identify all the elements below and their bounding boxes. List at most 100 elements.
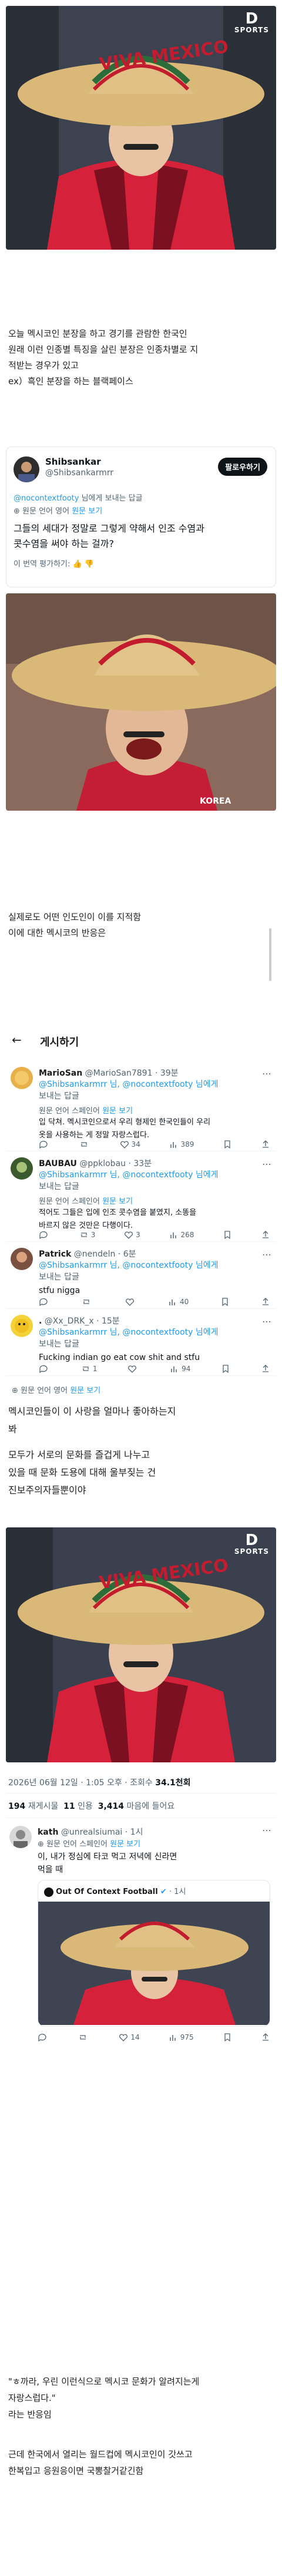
like-action[interactable]: 14 xyxy=(119,2033,140,2042)
middle-text: 실제로도 어떤 인도인이 이를 지적함 이에 대한 멕시코의 반응은 xyxy=(8,909,274,941)
bookmark-action[interactable] xyxy=(223,1230,232,1240)
repost-action[interactable] xyxy=(79,1140,91,1149)
chart-icon xyxy=(171,1366,177,1372)
repost-label[interactable]: 재게시물 xyxy=(28,1802,59,1811)
reply-author-line: Patrick @nendeln · 6분 xyxy=(39,1248,136,1260)
reply-to-line[interactable]: @Shibsankarmrr 님, @nocontextfooty 님에게 xyxy=(39,1260,219,1271)
share-action[interactable] xyxy=(261,2033,270,2042)
embedded-tweet[interactable]: Out Of Context Football ✔ · 1시 xyxy=(38,1880,270,2027)
more-icon[interactable]: ⋯ xyxy=(262,1316,271,1327)
quote-count[interactable]: 11 xyxy=(63,1802,75,1811)
reply-author-meta: @ppklobau · 33분 xyxy=(79,1159,152,1168)
share-icon xyxy=(262,1365,268,1372)
show-original-link[interactable]: 원문 보기 xyxy=(102,1107,133,1116)
thumbs-up-icon[interactable]: 👍 xyxy=(73,560,82,569)
reply-tweet[interactable]: . @Xx_DRK_x · 15분 ⋯ @Shibsankarmrr 님, @n… xyxy=(6,1311,276,1376)
reply-author-name[interactable]: MarioSan xyxy=(39,1069,82,1078)
repost-action[interactable]: 1 xyxy=(81,1364,97,1373)
show-original-link[interactable]: 원문 보기 xyxy=(72,507,102,516)
sombrero-fan-image-3: VIVA MEXICO xyxy=(6,1527,276,1762)
repost-action[interactable]: 3 xyxy=(79,1230,95,1240)
avatar[interactable] xyxy=(11,1067,33,1089)
views-action[interactable]: 268 xyxy=(169,1230,194,1240)
show-original-link[interactable]: 원문 보기 xyxy=(110,1840,140,1849)
like-action[interactable] xyxy=(127,1364,139,1373)
bookmark-action[interactable] xyxy=(223,1140,232,1149)
action-bar: 3 3 268 xyxy=(39,1230,270,1240)
avatar[interactable] xyxy=(11,1248,33,1270)
views-action[interactable]: 389 xyxy=(169,1140,194,1149)
avatar[interactable] xyxy=(11,1315,33,1337)
feed-translation-footer: ⊕ 원문 언어 영어 원문 보기 xyxy=(12,1384,100,1395)
reply-tweet[interactable]: MarioSan @MarioSan7891 · 39분 ⋯ @Shibsank… xyxy=(6,1063,276,1151)
reply-tweet[interactable]: BAUBAU @ppklobau · 33분 ⋯ @Shibsankarmrr … xyxy=(6,1154,276,1242)
reaction-line: 있을 때 문화 도용에 대해 울부짖는 건 xyxy=(8,1467,156,1478)
like-count[interactable]: 3,414 xyxy=(98,1802,124,1811)
reply-author-name[interactable]: Patrick xyxy=(39,1250,71,1259)
quote-label[interactable]: 인용 xyxy=(78,1802,93,1811)
reply-author-name[interactable]: . xyxy=(39,1316,42,1326)
heart-icon xyxy=(125,1298,134,1306)
reply-context: @nocontextfooty 님에게 보내는 답글 xyxy=(14,492,143,503)
repost-count[interactable]: 194 xyxy=(8,1802,25,1811)
reply-author-name[interactable]: BAUBAU xyxy=(39,1159,77,1168)
avatar[interactable] xyxy=(14,456,39,482)
reply-action[interactable] xyxy=(39,1297,51,1307)
sports-logo-text: SPORTS xyxy=(234,1547,269,1556)
views-action[interactable]: 94 xyxy=(170,1364,190,1373)
share-icon xyxy=(262,1231,268,1238)
divider xyxy=(6,1793,276,1794)
like-action[interactable]: 34 xyxy=(120,1140,140,1149)
views-action[interactable]: 40 xyxy=(168,1297,189,1307)
follow-button[interactable]: 팔로우하기 xyxy=(218,458,267,476)
author-handle[interactable]: @Shibsankarmrr xyxy=(45,468,113,478)
show-original-link[interactable]: 원문 보기 xyxy=(102,1197,133,1206)
show-original-link[interactable]: 원문 보기 xyxy=(70,1386,100,1395)
views-action[interactable]: 975 xyxy=(169,2033,194,2042)
fan-photo-1: VIVA MEXICO D SPORTS xyxy=(6,6,276,250)
avatar[interactable] xyxy=(11,1157,33,1180)
quote-tweet-kath[interactable]: kath @unrealsiumai · 1시 ⋯ ⊕ 원문 언어 스페인어 원… xyxy=(6,1823,276,2053)
more-icon[interactable]: ⋯ xyxy=(262,1068,271,1079)
scroll-indicator[interactable] xyxy=(269,928,271,981)
reply-author-line: MarioSan @MarioSan7891 · 39분 xyxy=(39,1067,179,1079)
reply-line: 적어도 그들은 입에 인조 콧수염을 붙였지, 소똥을 xyxy=(39,1208,197,1217)
intro-text: 오늘 멕시코인 분장을 하고 경기를 관람한 한국인 원래 이런 인종별 특징을… xyxy=(8,326,274,389)
avatar[interactable] xyxy=(9,1826,32,1848)
more-icon[interactable]: ⋯ xyxy=(262,1249,271,1260)
embedded-author-name[interactable]: Out Of Context Football xyxy=(56,1888,158,1896)
reply-to-line[interactable]: @Shibsankarmrr 님, @nocontextfooty 님에게 xyxy=(39,1169,219,1181)
bookmark-action[interactable] xyxy=(223,2033,232,2042)
author-name[interactable]: Shibsankar xyxy=(45,456,101,467)
share-action[interactable] xyxy=(261,1364,270,1373)
more-icon[interactable]: ⋯ xyxy=(262,1158,271,1170)
reply-action[interactable] xyxy=(39,1364,51,1373)
lang-note: 원문 언어 영어 xyxy=(21,1386,68,1395)
reply-author-line: BAUBAU @ppklobau · 33분 xyxy=(39,1157,152,1169)
tweet-card-shibsankar[interactable]: Shibsankar @Shibsankarmrr 팔로우하기 @noconte… xyxy=(6,446,276,587)
reply-action[interactable] xyxy=(38,2033,49,2042)
repost-action[interactable] xyxy=(78,2033,90,2042)
reply-action[interactable] xyxy=(39,1140,51,1149)
like-action[interactable]: 3 xyxy=(124,1230,140,1240)
share-action[interactable] xyxy=(261,1230,270,1240)
reply-to-line[interactable]: @Shibsankarmrr 님, @nocontextfooty 님에게 xyxy=(39,1326,219,1338)
bookmark-action[interactable] xyxy=(221,1364,230,1373)
reply-tweet[interactable]: Patrick @nendeln · 6분 ⋯ @Shibsankarmrr 님… xyxy=(6,1244,276,1309)
reply-action[interactable] xyxy=(39,1230,51,1240)
more-icon[interactable]: ⋯ xyxy=(262,1825,271,1836)
thumbs-down-icon[interactable]: 👎 xyxy=(85,560,94,569)
reply-line: 입 닥쳐. 멕시코인으로서 우리 형제인 한국인들이 우리 xyxy=(39,1118,211,1127)
share-action[interactable] xyxy=(261,1297,270,1307)
repost-action[interactable] xyxy=(82,1297,93,1307)
back-arrow-icon[interactable]: ← xyxy=(12,1033,22,1047)
share-action[interactable] xyxy=(261,1140,270,1149)
like-label[interactable]: 마음에 들어요 xyxy=(126,1802,174,1811)
bookmark-action[interactable] xyxy=(220,1297,230,1307)
bookmark-icon xyxy=(224,1140,230,1149)
quote-author-name[interactable]: kath xyxy=(38,1828,58,1837)
reply-to-line[interactable]: @Shibsankarmrr 님, @nocontextfooty 님에게 xyxy=(39,1079,219,1090)
reply-to-line: 보내는 답글 xyxy=(39,1091,79,1101)
like-action[interactable] xyxy=(125,1297,137,1307)
reply-to-link[interactable]: @nocontextfooty xyxy=(14,494,79,503)
